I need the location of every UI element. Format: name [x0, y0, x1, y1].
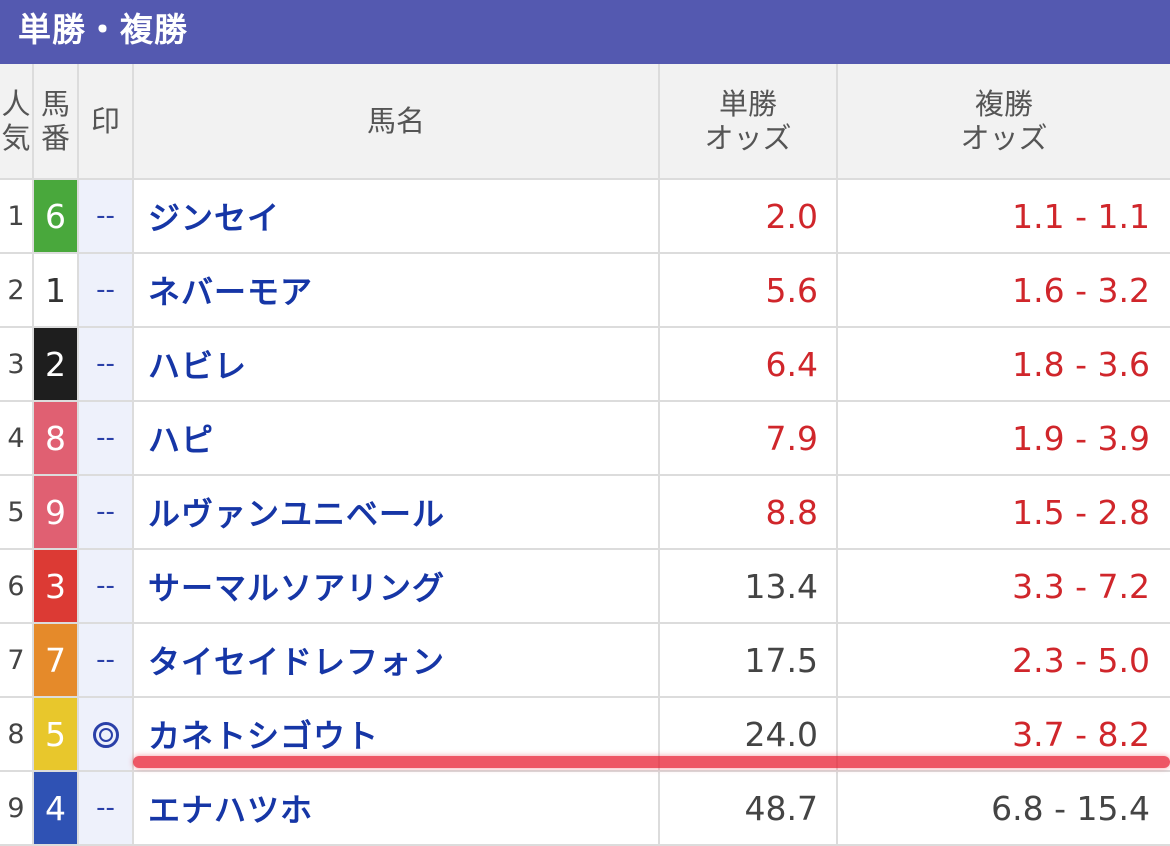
col-win-odds-header: 単勝 オッズ [658, 64, 837, 180]
horse-number-badge: 6 [32, 179, 78, 254]
horse-number-badge: 1 [32, 253, 78, 328]
horse-name-link[interactable]: ハビレ [132, 327, 659, 402]
horse-number-badge: 4 [32, 771, 78, 846]
header-label: 人 気 [1, 87, 31, 155]
popularity-rank: 4 [0, 401, 33, 476]
table-header-row: 人 気 馬 番 印 馬名 単勝 オッズ 複勝 オッズ [0, 64, 1170, 180]
place-odds-value: 6.8 - 15.4 [836, 771, 1170, 846]
table-row: 4 8 -- ハピ 7.9 1.9 - 3.9 [0, 401, 1170, 476]
place-odds-value: 1.9 - 3.9 [836, 401, 1170, 476]
prediction-mark: -- [77, 179, 133, 254]
horse-name-link[interactable]: ネバーモア [132, 253, 659, 328]
place-odds-value: 1.1 - 1.1 [836, 179, 1170, 254]
popularity-rank: 1 [0, 179, 33, 254]
prediction-mark: -- [77, 401, 133, 476]
win-odds-value: 2.0 [658, 179, 837, 254]
table-row: 5 9 -- ルヴァンユニベール 8.8 1.5 - 2.8 [0, 475, 1170, 550]
win-odds-value: 6.4 [658, 327, 837, 402]
place-odds-value: 2.3 - 5.0 [836, 623, 1170, 698]
horse-number-badge: 3 [32, 549, 78, 624]
horse-name-link[interactable]: サーマルソアリング [132, 549, 659, 624]
header-label: 馬 番 [40, 87, 70, 155]
place-odds-value: 3.3 - 7.2 [836, 549, 1170, 624]
horse-name-link[interactable]: ルヴァンユニベール [132, 475, 659, 550]
table-row: 9 4 -- エナハツホ 48.7 6.8 - 15.4 [0, 771, 1170, 846]
header-label: 印 [90, 104, 120, 138]
horse-number-badge: 8 [32, 401, 78, 476]
win-odds-value: 13.4 [658, 549, 837, 624]
prediction-mark: -- [77, 327, 133, 402]
popularity-rank: 2 [0, 253, 33, 328]
win-odds-value: 7.9 [658, 401, 837, 476]
place-odds-value: 1.8 - 3.6 [836, 327, 1170, 402]
horse-name-link[interactable]: ジンセイ [132, 179, 659, 254]
col-mark-header: 印 [77, 64, 133, 180]
win-odds-value: 8.8 [658, 475, 837, 550]
win-odds-value: 17.5 [658, 623, 837, 698]
highlight-underline [133, 756, 1170, 768]
place-odds-value: 1.6 - 3.2 [836, 253, 1170, 328]
table-row: 3 2 -- ハビレ 6.4 1.8 - 3.6 [0, 327, 1170, 402]
header-label: 単勝 オッズ [704, 87, 792, 155]
col-number-header: 馬 番 [32, 64, 78, 180]
col-popularity-header: 人 気 [0, 64, 33, 180]
table-row: 2 1 -- ネバーモア 5.6 1.6 - 3.2 [0, 253, 1170, 328]
horse-name-link[interactable]: タイセイドレフォン [132, 623, 659, 698]
horse-number-badge: 7 [32, 623, 78, 698]
header-label: 馬名 [366, 104, 425, 138]
win-odds-value: 5.6 [658, 253, 837, 328]
col-horse-name-header: 馬名 [132, 64, 659, 180]
double-circle-icon [92, 721, 119, 748]
popularity-rank: 8 [0, 697, 33, 772]
prediction-mark: -- [77, 623, 133, 698]
popularity-rank: 9 [0, 771, 33, 846]
prediction-mark: -- [77, 771, 133, 846]
popularity-rank: 3 [0, 327, 33, 402]
horse-number-badge: 5 [32, 697, 78, 772]
prediction-mark [77, 697, 133, 772]
horse-name-link[interactable]: エナハツホ [132, 771, 659, 846]
place-odds-value: 1.5 - 2.8 [836, 475, 1170, 550]
table-row: 7 7 -- タイセイドレフォン 17.5 2.3 - 5.0 [0, 623, 1170, 698]
section-title: 単勝・複勝 [0, 0, 1170, 64]
popularity-rank: 6 [0, 549, 33, 624]
table-row: 6 3 -- サーマルソアリング 13.4 3.3 - 7.2 [0, 549, 1170, 624]
col-place-odds-header: 複勝 オッズ [836, 64, 1170, 180]
prediction-mark: -- [77, 253, 133, 328]
popularity-rank: 7 [0, 623, 33, 698]
header-label: 複勝 オッズ [960, 87, 1048, 155]
horse-number-badge: 2 [32, 327, 78, 402]
win-odds-value: 48.7 [658, 771, 837, 846]
prediction-mark: -- [77, 549, 133, 624]
table-row: 1 6 -- ジンセイ 2.0 1.1 - 1.1 [0, 179, 1170, 254]
horse-name-link[interactable]: ハピ [132, 401, 659, 476]
horse-number-badge: 9 [32, 475, 78, 550]
prediction-mark: -- [77, 475, 133, 550]
odds-table: 人 気 馬 番 印 馬名 単勝 オッズ 複勝 オッズ 1 6 -- ジンセイ 2.0 1.… [0, 64, 1170, 846]
popularity-rank: 5 [0, 475, 33, 550]
